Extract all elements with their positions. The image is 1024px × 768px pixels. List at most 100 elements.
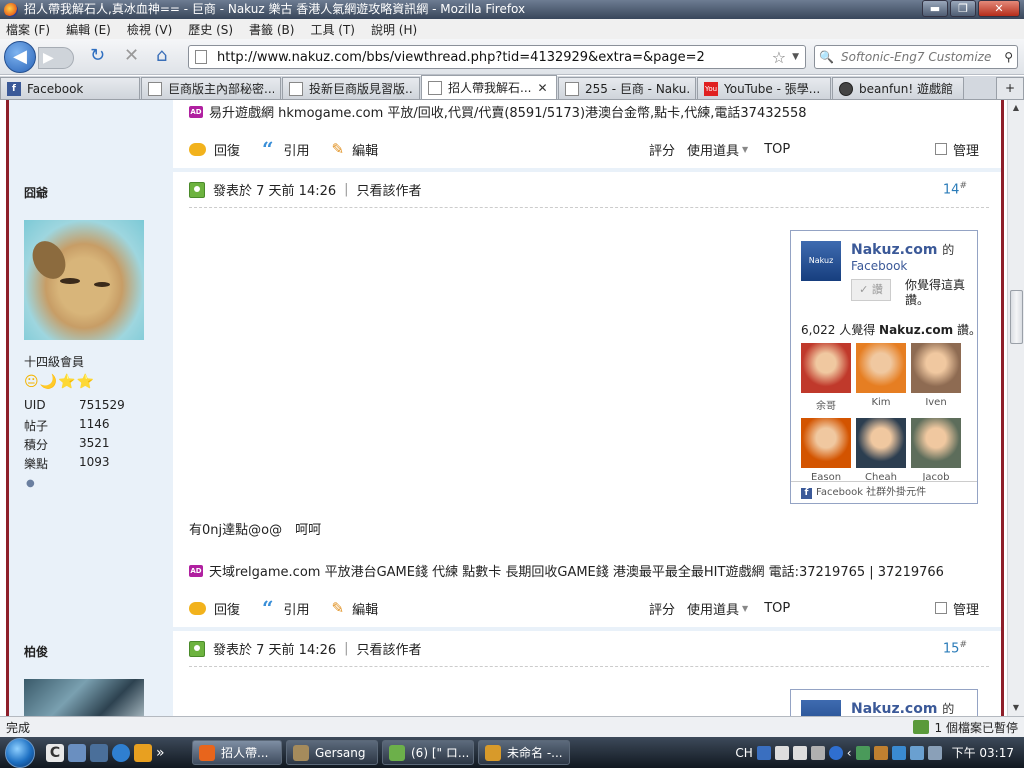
menu-history[interactable]: 歷史 (S) [188,21,233,38]
page-scrollbar[interactable]: ▲ ▼ [1007,100,1024,716]
floor-number[interactable]: 14# [943,181,967,197]
show-desktop-icon[interactable] [68,743,86,762]
tab-255[interactable]: 255 - 巨商 - Naku... [558,77,696,99]
new-tab-button[interactable]: + [996,77,1024,99]
forward-button[interactable]: ▶ [38,47,74,69]
fb-like-button[interactable]: ✓ 讚 [851,279,891,301]
close-button[interactable]: ✕ [978,0,1020,17]
search-input[interactable] [841,50,1005,64]
fb-page-title[interactable]: Nakuz.com 的 [851,241,954,258]
fan-avatar[interactable] [856,343,906,393]
tab-facebook[interactable]: f Facebook [0,77,140,99]
search-engine-icon[interactable]: 🔍 [819,50,841,64]
stop-icon[interactable]: ✕ [124,47,139,65]
top-link[interactable]: TOP [764,601,790,616]
media-player-icon[interactable] [134,743,152,762]
switch-window-icon[interactable] [90,743,108,762]
tab-youtube[interactable]: You YouTube - 張學... [697,77,831,99]
url-text[interactable]: http://www.nakuz.com/bbs/viewthread.php?… [217,50,772,65]
quicklaunch-more-icon[interactable]: » [156,744,174,762]
taskbar-window-button[interactable]: 招人帶... [192,740,282,765]
use-item-link[interactable]: 使用道具 [687,140,739,159]
taskbar-window-button[interactable]: 未命名 -... [478,740,570,765]
rate-link[interactable]: 評分 [649,599,675,618]
fan-avatar[interactable] [856,418,906,468]
quote-button[interactable]: “引用 [262,139,310,159]
start-button[interactable] [0,737,40,768]
home-icon[interactable]: ⌂ [156,47,167,65]
ime-mode-icon[interactable] [774,745,789,760]
user-profile-icon[interactable] [189,640,205,657]
avatar[interactable] [24,220,144,340]
manage-checkbox[interactable] [935,602,947,614]
tray-app-icon[interactable] [873,745,888,760]
edit-button[interactable]: ✎ 編輯 [332,599,379,618]
menu-bookmarks[interactable]: 書籤 (B) [249,21,294,38]
taskbar-window-button[interactable]: Gersang [286,740,378,765]
network-icon[interactable] [909,745,924,760]
ie-icon[interactable] [112,743,130,762]
help-icon[interactable] [828,745,843,760]
fb-plugin-footer[interactable]: f Facebook 社群外掛元件 [791,481,977,503]
tab-close-icon[interactable]: ✕ [537,81,547,95]
volume-icon[interactable] [927,745,942,760]
tab-current-thread[interactable]: 招人帶我解石... ✕ [421,75,557,99]
chevron-down-icon[interactable]: ▼ [742,145,748,154]
post-username[interactable]: 柏俊 [24,643,48,660]
scroll-thumb[interactable] [1010,290,1023,344]
fb-sub[interactable]: Facebook [851,259,907,273]
menu-view[interactable]: 檢視 (V) [127,21,172,38]
reply-button[interactable]: 回復 [189,140,240,159]
quote-button[interactable]: “引用 [262,598,310,618]
ad-link[interactable]: AD 天域relgame.com 平放港台GAME錢 代練 點數卡 長期回收GA… [189,561,944,580]
ime-icon[interactable] [756,745,771,760]
reload-icon[interactable]: ↻ [90,47,105,65]
url-dropdown-icon[interactable]: ▼ [792,52,799,62]
back-button[interactable]: ◀ [4,41,36,73]
bookmark-star-icon[interactable]: ☆ [772,48,786,67]
top-link[interactable]: TOP [764,142,790,157]
tray-app-icon[interactable] [855,745,870,760]
edit-button[interactable]: ✎ 編輯 [332,140,379,159]
minimize-button[interactable]: ▬ [922,0,948,17]
fan-name[interactable]: Iven [906,397,966,408]
fan-avatar[interactable] [911,343,961,393]
download-status[interactable]: 1 個檔案已暫停 [912,719,1024,736]
floor-number[interactable]: 15# [943,640,967,656]
scroll-up-icon[interactable]: ▲ [1008,100,1024,116]
fan-avatar[interactable] [801,343,851,393]
fan-avatar[interactable] [801,418,851,468]
user-profile-icon[interactable] [189,181,205,198]
tab-beanfun[interactable]: beanfun! 遊戲館 [832,77,964,99]
maximize-button[interactable]: ❐ [950,0,976,17]
fan-name[interactable]: Kim [851,397,911,408]
chevron-down-icon[interactable]: ▼ [742,604,748,613]
taskbar-window-button[interactable]: (6) [" ロ... [382,740,474,765]
tab-apply[interactable]: 投新巨商版見習版... [282,77,420,99]
menu-edit[interactable]: 編輯 (E) [66,21,111,38]
tray-app-icon[interactable] [891,745,906,760]
use-item-link[interactable]: 使用道具 [687,599,739,618]
language-indicator[interactable]: CH [735,746,752,760]
ime-width-icon[interactable] [792,745,807,760]
medal-icon[interactable]: ● [26,478,35,489]
fb-page-title[interactable]: Nakuz.com 的 [851,700,954,716]
search-go-icon[interactable]: ⚲ [1004,50,1013,64]
reply-button[interactable]: 回復 [189,599,240,618]
menu-tools[interactable]: 工具 (T) [310,21,355,38]
scroll-down-icon[interactable]: ▼ [1008,700,1024,716]
author-only-link[interactable]: 只看該作者 [357,639,422,658]
menu-file[interactable]: 檔案 (F) [6,21,50,38]
ccleaner-icon[interactable]: C [46,743,64,762]
author-only-link[interactable]: 只看該作者 [357,180,422,199]
manage-checkbox[interactable] [935,143,947,155]
rate-link[interactable]: 評分 [649,140,675,159]
avatar[interactable] [24,679,144,716]
nakuz-logo[interactable]: Nakuz [801,241,841,281]
ad-link[interactable]: AD 易升遊戲網 hkmogame.com 平放/回收,代買/代賣(8591/5… [189,102,807,121]
ime-settings-icon[interactable] [810,745,825,760]
fan-name[interactable]: 余哥 [796,397,856,412]
nakuz-logo[interactable] [801,700,841,716]
tray-expand-icon[interactable]: ‹ [847,746,852,760]
search-box[interactable]: 🔍 ⚲ [814,45,1018,69]
